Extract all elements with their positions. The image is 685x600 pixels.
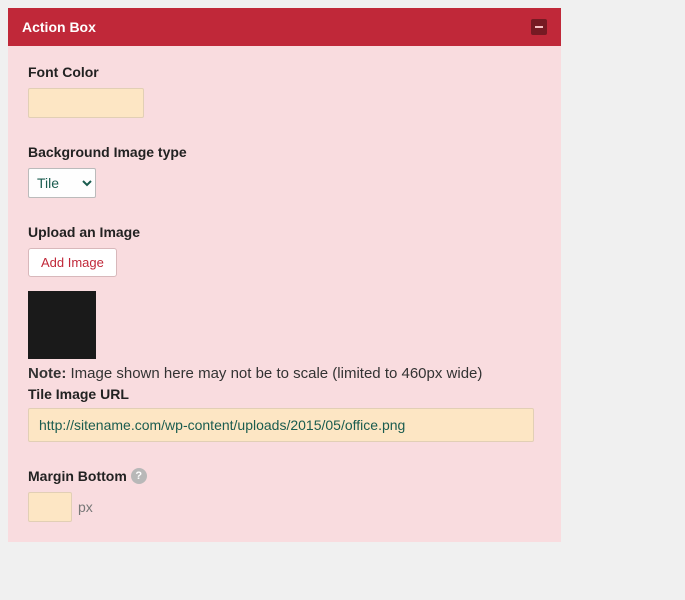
image-thumbnail[interactable] [28, 291, 96, 359]
margin-bottom-field: Margin Bottom ? px [28, 468, 541, 522]
note-text: Image shown here may not be to scale (li… [66, 365, 482, 382]
panel-header: Action Box [8, 8, 561, 46]
image-note: Note: Image shown here may not be to sca… [28, 365, 541, 382]
upload-image-label: Upload an Image [28, 224, 541, 240]
add-image-button[interactable]: Add Image [28, 248, 117, 277]
bg-image-type-label: Background Image type [28, 144, 541, 160]
font-color-swatch[interactable] [28, 88, 144, 118]
tile-url-input[interactable] [28, 408, 534, 442]
bg-image-type-select[interactable]: Tile Cover [28, 168, 96, 198]
minus-icon [535, 26, 543, 28]
panel-body: Font Color Background Image type Tile Co… [8, 46, 561, 542]
upload-image-field: Upload an Image Add Image Note: Image sh… [28, 224, 541, 442]
margin-bottom-unit: px [78, 499, 93, 515]
action-box-panel: Action Box Font Color Background Image t… [8, 8, 561, 542]
font-color-label: Font Color [28, 64, 541, 80]
bg-image-type-field: Background Image type Tile Cover [28, 144, 541, 198]
margin-bottom-input[interactable] [28, 492, 72, 522]
tile-url-label: Tile Image URL [28, 386, 541, 402]
collapse-button[interactable] [531, 19, 547, 35]
panel-title: Action Box [22, 19, 96, 35]
margin-bottom-label: Margin Bottom [28, 468, 127, 484]
font-color-field: Font Color [28, 64, 541, 118]
note-bold: Note: [28, 365, 66, 382]
help-icon[interactable]: ? [131, 468, 147, 484]
